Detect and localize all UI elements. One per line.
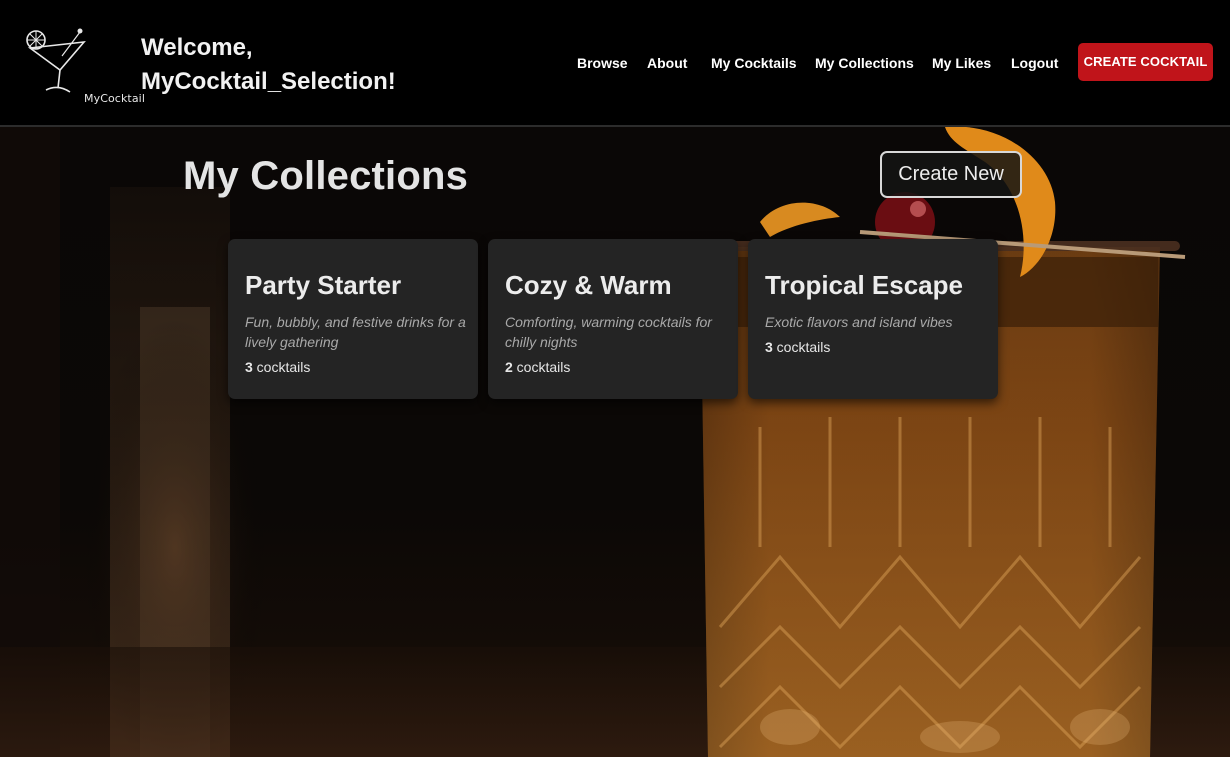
collection-count-unit: cocktails <box>772 339 831 355</box>
collection-count: 3 cocktails <box>245 359 310 375</box>
welcome-username: MyCocktail_Selection! <box>141 68 396 95</box>
collection-title: Cozy & Warm <box>505 270 672 300</box>
nav-browse[interactable]: Browse <box>577 55 628 71</box>
collection-description: Comforting, warming cocktails for chilly… <box>505 314 712 350</box>
whiskey-glass-illustration <box>0 127 1230 757</box>
nav-logout[interactable]: Logout <box>1011 55 1058 71</box>
collection-count-number: 3 <box>245 359 253 375</box>
collection-card-party-starter[interactable]: Party Starter Fun, bubbly, and festive d… <box>228 239 478 399</box>
collection-count-unit: cocktails <box>512 359 571 375</box>
collection-count-number: 3 <box>765 339 773 355</box>
collection-description: Exotic flavors and island vibes <box>765 314 953 330</box>
collection-card-tropical-escape[interactable]: Tropical Escape Exotic flavors and islan… <box>748 239 998 399</box>
welcome-message: Welcome, MyCocktail_Selection! <box>141 31 441 99</box>
nav-my-likes[interactable]: My Likes <box>932 55 991 71</box>
collection-card-cozy-warm[interactable]: Cozy & Warm Comforting, warming cocktail… <box>488 239 738 399</box>
collection-count-number: 2 <box>505 359 513 375</box>
welcome-line-1: Welcome, <box>141 34 253 61</box>
nav-about[interactable]: About <box>647 55 687 71</box>
collection-description: Fun, bubbly, and festive drinks for a li… <box>245 314 466 350</box>
logo-text: MyCocktail <box>84 92 145 105</box>
page-title: My Collections <box>183 154 469 198</box>
background-image <box>0 127 1230 757</box>
nav-my-collections[interactable]: My Collections <box>815 55 914 71</box>
collection-count: 3 cocktails <box>765 339 830 355</box>
collection-count: 2 cocktails <box>505 359 570 375</box>
top-navbar: MyCocktail Welcome, MyCocktail_Selection… <box>0 0 1230 127</box>
collection-count-unit: cocktails <box>252 359 311 375</box>
collection-title: Tropical Escape <box>765 270 963 300</box>
nav-my-cocktails[interactable]: My Cocktails <box>711 55 797 71</box>
create-new-collection-button[interactable]: Create New <box>880 151 1022 198</box>
page: MyCocktail Welcome, MyCocktail_Selection… <box>0 0 1230 757</box>
logo[interactable]: MyCocktail <box>22 26 145 105</box>
collection-title: Party Starter <box>245 270 402 300</box>
create-cocktail-button[interactable]: CREATE COCKTAIL <box>1078 43 1213 81</box>
martini-glass-icon <box>26 28 86 93</box>
